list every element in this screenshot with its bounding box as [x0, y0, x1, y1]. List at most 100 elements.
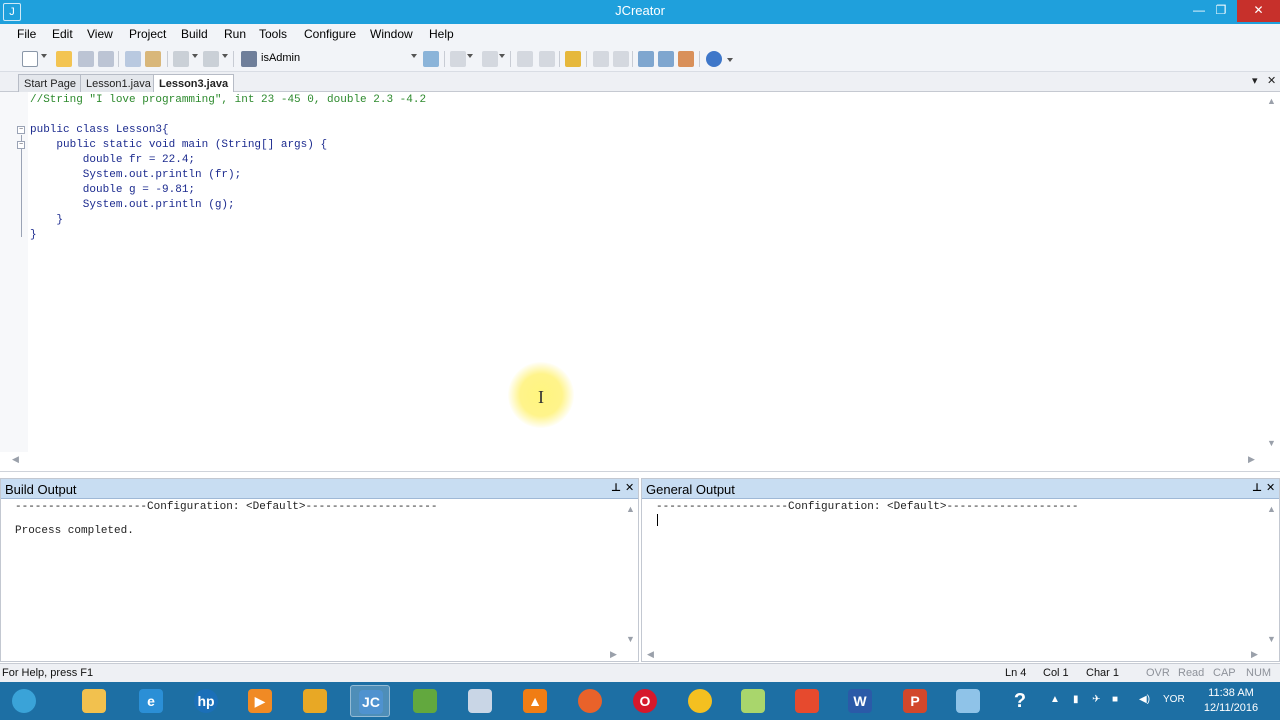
build-output-header: Build Output ⊥ ✕	[1, 479, 638, 499]
project-icon[interactable]	[241, 51, 257, 67]
tab-lesson1-java[interactable]: Lesson1.java	[80, 74, 157, 92]
pin-icon[interactable]: ⊥	[611, 481, 621, 494]
open-folder-icon[interactable]	[56, 51, 72, 67]
menu-edit[interactable]: Edit	[52, 27, 73, 41]
security-icon[interactable]: ■	[1112, 694, 1118, 705]
system-clock[interactable]: 11:38 AM 12/11/2016	[1196, 686, 1266, 716]
code-editor[interactable]: − − //String "I love programming", int 2…	[0, 92, 1280, 472]
battery-icon[interactable]: ▮	[1073, 694, 1079, 705]
help-icon: ?	[1008, 689, 1032, 713]
taskbar-calculator[interactable]	[460, 685, 500, 717]
taskbar-file-explorer[interactable]	[74, 685, 114, 717]
project-combo[interactable]: isAdmin	[261, 52, 300, 64]
taskbar-app[interactable]	[948, 685, 988, 717]
close-button[interactable]: ✕	[1237, 0, 1280, 22]
scroll-down-icon[interactable]: ▼	[626, 634, 635, 644]
menu-build[interactable]: Build	[181, 27, 208, 41]
paste-icon[interactable]	[145, 51, 161, 67]
vlc-icon: ▲	[523, 689, 547, 713]
save-icon[interactable]	[78, 51, 94, 67]
find-icon[interactable]	[423, 51, 439, 67]
network-icon[interactable]: ✈	[1092, 694, 1100, 705]
input-language[interactable]: YOR	[1163, 694, 1185, 705]
close-panel-icon[interactable]: ✕	[1266, 481, 1275, 494]
chevron-down-icon[interactable]	[499, 54, 505, 58]
build-output-line: Process completed.	[15, 525, 134, 537]
back-icon[interactable]	[593, 51, 609, 67]
chevron-down-icon[interactable]	[222, 54, 228, 58]
copy-icon[interactable]	[125, 51, 141, 67]
scroll-right-icon[interactable]: ▶	[610, 649, 617, 660]
scroll-left-icon[interactable]: ◀	[12, 454, 19, 465]
close-tab-icon[interactable]: ✕	[1267, 74, 1276, 87]
taskbar-folder[interactable]	[733, 685, 773, 717]
chevron-down-icon[interactable]	[411, 54, 417, 58]
tab-start-page[interactable]: Start Page	[18, 74, 82, 92]
tile-icon[interactable]	[678, 51, 694, 67]
chevron-down-icon[interactable]	[41, 54, 47, 58]
menu-view[interactable]: View	[87, 27, 113, 41]
menu-tools[interactable]: Tools	[259, 27, 287, 41]
tray-expand-icon[interactable]: ▲	[1050, 694, 1060, 705]
cascade-icon[interactable]	[658, 51, 674, 67]
chevron-down-icon[interactable]	[192, 54, 198, 58]
scroll-up-icon[interactable]: ▲	[1267, 504, 1276, 514]
taskbar-media-player[interactable]: ▶	[240, 685, 280, 717]
save-all-icon[interactable]	[98, 51, 114, 67]
taskbar-pdf[interactable]	[787, 685, 827, 717]
toolbar-options-icon[interactable]	[727, 58, 733, 62]
help-icon[interactable]	[706, 51, 722, 67]
pin-icon[interactable]: ⊥	[1252, 481, 1262, 494]
debug-icon[interactable]	[482, 51, 498, 67]
build-icon[interactable]	[539, 51, 555, 67]
run-icon[interactable]	[450, 51, 466, 67]
taskbar-vlc[interactable]: ▲	[515, 685, 555, 717]
scroll-up-icon[interactable]: ▲	[626, 504, 635, 514]
chevron-down-icon[interactable]	[467, 54, 473, 58]
scroll-right-icon[interactable]: ▶	[1251, 649, 1258, 660]
start-button[interactable]	[4, 685, 44, 717]
general-output-header: General Output ⊥ ✕	[642, 479, 1279, 499]
restore-button[interactable]: ❐	[1208, 0, 1234, 22]
code-line: System.out.println (g);	[30, 199, 235, 211]
forward-icon[interactable]	[613, 51, 629, 67]
volume-icon[interactable]: ◀)	[1139, 694, 1150, 705]
wizard-icon[interactable]	[565, 51, 581, 67]
taskbar-powerpoint[interactable]: P	[895, 685, 935, 717]
scroll-right-icon[interactable]: ▶	[1248, 454, 1255, 465]
menu-project[interactable]: Project	[129, 27, 166, 41]
fold-collapse-icon[interactable]: −	[17, 126, 25, 134]
taskbar-word[interactable]: W	[840, 685, 880, 717]
taskbar-tool[interactable]	[295, 685, 335, 717]
menu-configure[interactable]: Configure	[304, 27, 356, 41]
taskbar-jcreator[interactable]: JC	[350, 685, 390, 717]
code-line: }	[30, 214, 64, 226]
build-output-panel: Build Output ⊥ ✕ --------------------Con…	[0, 478, 639, 662]
menu-run[interactable]: Run	[224, 27, 246, 41]
scroll-up-icon[interactable]: ▲	[1267, 96, 1276, 106]
compile-icon[interactable]	[517, 51, 533, 67]
taskbar-opera[interactable]: O	[625, 685, 665, 717]
tab-lesson3-java[interactable]: Lesson3.java	[153, 74, 235, 93]
tab-list-icon[interactable]: ▾	[1252, 74, 1258, 87]
taskbar-hp[interactable]: hp	[186, 685, 226, 717]
window-icon[interactable]	[638, 51, 654, 67]
new-file-icon[interactable]	[22, 51, 38, 67]
redo-icon[interactable]	[203, 51, 219, 67]
internet-explorer-icon: e	[139, 689, 163, 713]
close-panel-icon[interactable]: ✕	[625, 481, 634, 494]
taskbar-chrome[interactable]	[680, 685, 720, 717]
scroll-left-icon[interactable]: ◀	[647, 649, 654, 660]
taskbar-help[interactable]: ?	[1000, 685, 1040, 717]
scroll-down-icon[interactable]: ▼	[1267, 438, 1276, 448]
undo-icon[interactable]	[173, 51, 189, 67]
fold-collapse-icon[interactable]: −	[17, 141, 25, 149]
menu-file[interactable]: File	[17, 27, 36, 41]
taskbar-internet-explorer[interactable]: e	[131, 685, 171, 717]
taskbar-editor[interactable]	[405, 685, 445, 717]
editor-vertical-scrollbar[interactable]: ▲ ▼	[1262, 92, 1280, 462]
menu-window[interactable]: Window	[370, 27, 413, 41]
scroll-down-icon[interactable]: ▼	[1267, 634, 1276, 644]
menu-help[interactable]: Help	[429, 27, 454, 41]
taskbar-firefox[interactable]	[570, 685, 610, 717]
